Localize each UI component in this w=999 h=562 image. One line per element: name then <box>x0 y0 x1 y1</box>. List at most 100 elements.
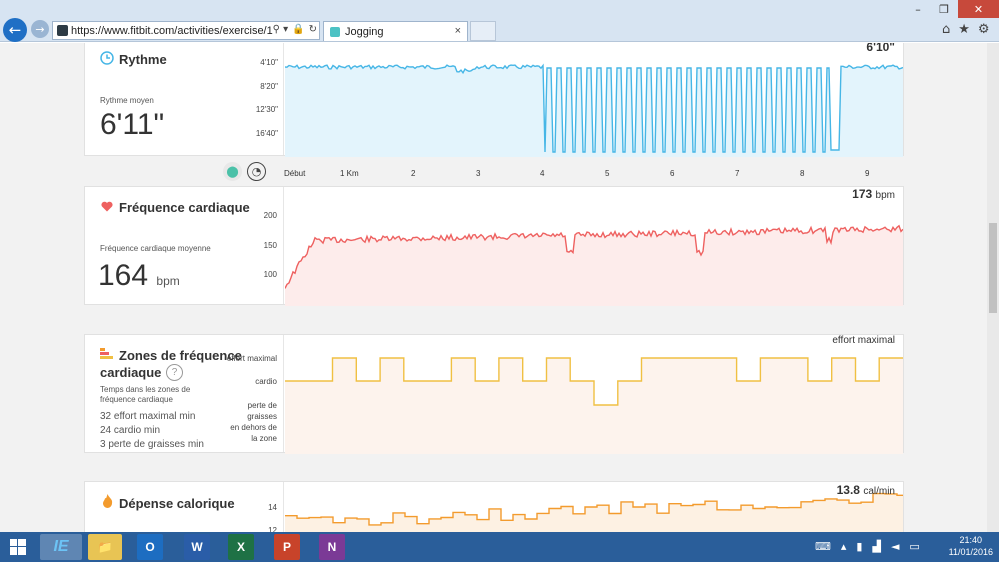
pace-y-tick: 8'20" <box>260 82 278 91</box>
page-content: Rythme Rythme moyen 6'11" 4'10" 8'20" 12… <box>0 43 999 532</box>
vertical-scrollbar[interactable] <box>987 43 999 532</box>
site-favicon-icon <box>57 25 68 36</box>
heart-rate-avg-value: 164 bpm <box>98 259 180 293</box>
favorites-star-icon[interactable]: ★ <box>958 22 970 37</box>
refresh-icon[interactable]: ↻ <box>309 24 317 35</box>
heart-rate-avg-number: 164 <box>98 259 149 292</box>
zones-area <box>285 358 903 454</box>
taskbar-explorer-icon[interactable]: 📁 <box>88 534 122 560</box>
taskbar-onenote-icon[interactable]: N <box>319 534 345 560</box>
x-tick: 8 <box>800 169 805 178</box>
fitbit-favicon-icon <box>330 26 340 37</box>
heart-rate-current-unit: bpm <box>875 190 895 201</box>
x-tick: Début <box>284 169 306 178</box>
heart-rate-y-tick: 200 <box>263 211 277 220</box>
search-icon[interactable]: ⚲ ▾ <box>273 24 289 35</box>
zone-label: cardio <box>255 377 277 386</box>
heart-icon <box>101 201 113 212</box>
x-tick: 7 <box>735 169 740 178</box>
flame-icon <box>103 494 113 508</box>
battery-icon[interactable]: ▮ <box>856 540 862 553</box>
address-bar[interactable]: https://www.fitbit.com/activities/exerci… <box>52 21 320 40</box>
taskbar-word-icon[interactable]: W <box>184 534 210 560</box>
zones-time-label: Temps dans les zones de fréquence cardia… <box>100 385 191 404</box>
scrollbar-thumb[interactable] <box>989 223 997 313</box>
close-tab-icon[interactable]: × <box>455 25 461 37</box>
zones-stat-max: 32 effort maximal min <box>100 411 196 422</box>
back-arrow-icon[interactable]: ← <box>3 18 27 42</box>
calories-card: Dépense calorique 14 12 13.8 cal/min <box>84 481 904 532</box>
heart-rate-chart <box>285 224 903 306</box>
lock-icon[interactable]: 🔒 <box>292 24 304 35</box>
heart-rate-avg-unit: bpm <box>156 274 180 288</box>
system-tray-icons: ⌨ ▴ ▮ ▟ ◄ ▭ <box>815 540 920 553</box>
location-pin-icon[interactable]: ⬤ <box>223 162 242 181</box>
calories-title: Dépense calorique <box>119 496 235 511</box>
zone-label: effort maximal <box>226 354 277 363</box>
notification-icon[interactable]: ▭ <box>909 540 919 553</box>
calories-y-tick: 14 <box>268 503 277 512</box>
forward-arrow-icon[interactable]: → <box>31 20 49 38</box>
clock-icon <box>100 51 114 65</box>
help-icon[interactable]: ? <box>166 364 183 381</box>
clock-tray[interactable]: 21:40 11/01/2016 <box>949 534 993 558</box>
tray-chevron-icon[interactable]: ▴ <box>841 540 847 553</box>
home-icon[interactable]: ⌂ <box>942 22 950 37</box>
heart-rate-avg-label: Fréquence cardiaque moyenne <box>100 244 211 253</box>
browser-toolbar-icons: ⌂ ★ ⚙ <box>942 22 990 37</box>
x-tick: 1 Km <box>340 169 359 178</box>
heart-rate-title: Fréquence cardiaque <box>119 200 250 215</box>
heart-rate-card: Fréquence cardiaque Fréquence cardiaque … <box>84 186 904 306</box>
distance-axis: ⬤ ◔ Début 1 Km 2 3 4 5 6 7 8 9 <box>84 156 904 186</box>
tab-jogging[interactable]: Jogging × <box>323 21 468 41</box>
x-tick: 4 <box>540 169 545 178</box>
pace-avg-value: 6'11" <box>100 108 165 141</box>
windows-taskbar: IE 📁 O W X P N ⌨ ▴ ▮ ▟ ◄ ▭ 21:40 11/01/2… <box>0 532 999 562</box>
heart-rate-y-tick: 150 <box>263 241 277 250</box>
network-icon[interactable]: ▟ <box>872 540 880 553</box>
pace-y-tick: 16'40" <box>255 129 278 138</box>
heart-rate-current-value: 173 <box>852 187 873 201</box>
new-tab-button[interactable] <box>470 21 496 41</box>
x-tick: 9 <box>865 169 870 178</box>
clock-toggle-icon[interactable]: ◔ <box>247 162 266 181</box>
pace-area <box>285 65 903 157</box>
heart-zones-chart <box>285 357 903 454</box>
volume-icon[interactable]: ◄ <box>891 540 899 553</box>
pace-y-tick: 4'10" <box>260 58 278 67</box>
keyboard-icon[interactable]: ⌨ <box>815 540 831 553</box>
maximize-button[interactable]: ❐ <box>931 0 957 18</box>
pace-title: Rythme <box>119 52 167 67</box>
zone-label: perte de graisses <box>247 401 277 421</box>
pace-current-value: 6'10" <box>866 43 895 54</box>
close-window-button[interactable]: ✕ <box>958 0 999 18</box>
x-tick: 2 <box>411 169 416 178</box>
calories-current: 13.8 cal/min <box>837 483 895 497</box>
pace-card: Rythme Rythme moyen 6'11" 4'10" 8'20" 12… <box>84 43 904 157</box>
x-tick: 5 <box>605 169 610 178</box>
calories-current-unit: cal/min <box>863 486 895 497</box>
calories-area <box>285 493 903 532</box>
taskbar-excel-icon[interactable]: X <box>228 534 254 560</box>
x-tick: 3 <box>476 169 481 178</box>
pace-avg-label: Rythme moyen <box>100 96 154 105</box>
start-windows-icon[interactable] <box>2 534 34 560</box>
minimize-button[interactable]: – <box>905 0 931 18</box>
x-tick: 6 <box>670 169 675 178</box>
pace-y-tick: 12'30" <box>255 105 278 114</box>
heart-rate-current: 173 bpm <box>852 187 895 201</box>
address-actions: ⚲ ▾ 🔒 ↻ <box>272 24 317 35</box>
tray-time: 21:40 <box>959 535 983 545</box>
taskbar-ie-icon[interactable]: IE <box>40 534 82 560</box>
calories-current-value: 13.8 <box>836 483 860 497</box>
taskbar-outlook-icon[interactable]: O <box>137 534 163 560</box>
zone-label: en dehors de la zone <box>230 423 277 443</box>
tab-title: Jogging <box>345 25 384 38</box>
settings-gear-icon[interactable]: ⚙ <box>978 22 990 37</box>
tray-date: 11/01/2016 <box>948 547 993 557</box>
heart-rate-area <box>285 225 903 306</box>
zones-stat-fat: 3 perte de graisses min <box>100 439 204 450</box>
pace-chart <box>285 63 903 157</box>
heart-zones-card: Zones de fréquence cardiaque ? Temps dan… <box>84 334 904 454</box>
taskbar-powerpoint-icon[interactable]: P <box>274 534 300 560</box>
